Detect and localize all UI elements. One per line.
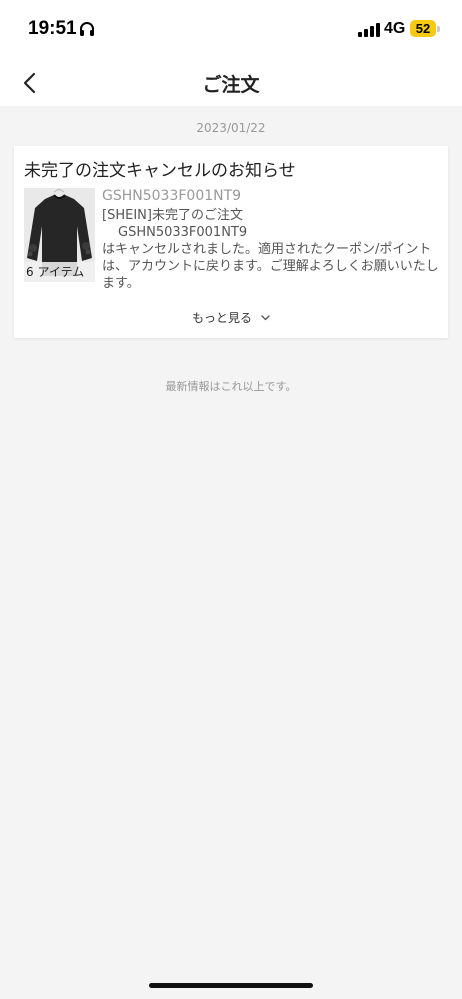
end-of-list-note: 最新情報はこれ以上です。 bbox=[165, 380, 297, 393]
home-indicator[interactable] bbox=[149, 983, 313, 988]
page-title: ご注文 bbox=[202, 74, 260, 96]
battery-icon: 52 bbox=[410, 20, 436, 37]
nav-bar: ご注文 bbox=[0, 58, 462, 106]
battery-tip bbox=[437, 26, 440, 32]
item-count: 6 アイテム bbox=[24, 262, 95, 282]
status-bar: 19:51 4G 52 bbox=[0, 0, 462, 58]
message-date: 2023/01/22 bbox=[196, 121, 266, 135]
message-body-order-id: GSHN5033F001NT9 bbox=[118, 225, 248, 240]
headphones-icon bbox=[78, 20, 96, 38]
message-body: [SHEIN]未完了のご注文 GSHN5033F001NT9 はキャンセルされま… bbox=[102, 207, 440, 292]
see-more-label: もっと見る bbox=[191, 311, 252, 325]
chevron-down-icon bbox=[261, 314, 270, 320]
status-time: 19:51 bbox=[28, 18, 77, 39]
order-id: GSHN5033F001NT9 bbox=[102, 188, 242, 204]
product-thumbnail[interactable]: 6 アイテム bbox=[24, 188, 95, 282]
network-type: 4G bbox=[384, 20, 406, 37]
message-title: 未完了の注文キャンセルのお知らせ bbox=[24, 161, 296, 181]
signal-icon bbox=[358, 22, 380, 41]
message-body-text: はキャンセルされました。適用されたクーポン/ポイントは、アカウントに戻ります。ご… bbox=[102, 242, 439, 291]
message-card[interactable]: 未完了の注文キャンセルのお知らせ 6 アイテム GSHN5033F001NT9 … bbox=[14, 146, 448, 338]
message-body-line: [SHEIN]未完了のご注文 bbox=[102, 208, 243, 223]
see-more-button[interactable]: もっと見る bbox=[14, 309, 448, 326]
